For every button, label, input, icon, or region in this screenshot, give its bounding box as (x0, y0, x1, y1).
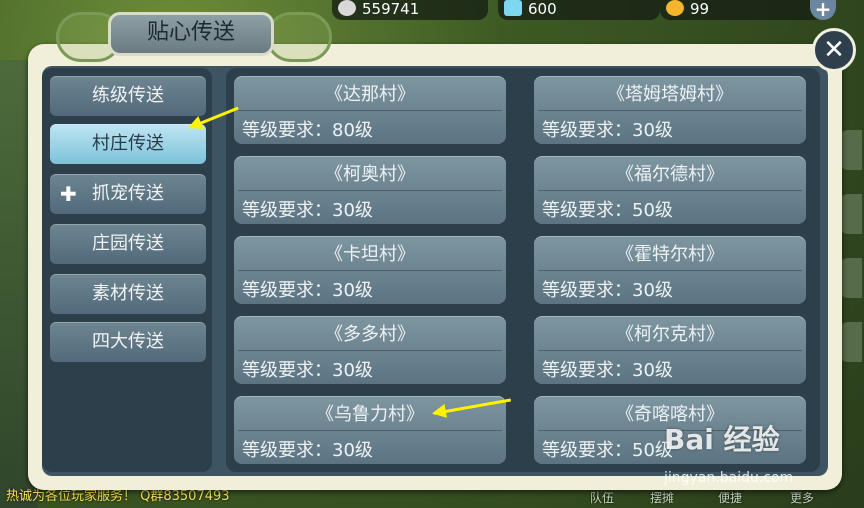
card-divider (538, 110, 802, 111)
close-button[interactable]: ✕ (812, 28, 856, 72)
bottom-menu-shortcut[interactable]: 便捷 (718, 489, 742, 506)
gold-value: 99 (690, 0, 710, 18)
crystal-value: 600 (528, 0, 557, 18)
card-divider (538, 190, 802, 191)
card-divider (238, 190, 502, 191)
level-requirement: 等级要求：50级 (542, 200, 673, 221)
card-divider (238, 270, 502, 271)
category-menu: 练级传送 村庄传送 ✚ 抓宠传送 庄园传送 素材传送 四大传送 (42, 68, 212, 472)
bottom-menu-more[interactable]: 更多 (790, 489, 814, 506)
village-card[interactable]: 《霍特尔村》 等级要求：30级 (534, 236, 806, 304)
village-name: 《卡坦村》 (325, 244, 415, 265)
village-card[interactable]: 《塔姆塔姆村》 等级要求：30级 (534, 76, 806, 144)
menu-item-manor[interactable]: 庄园传送 (50, 224, 206, 264)
gold-ingot-icon (666, 0, 684, 16)
level-requirement: 等级要求：30级 (542, 120, 673, 141)
close-icon: ✕ (823, 35, 845, 65)
menu-item-village[interactable]: 村庄传送 (50, 124, 206, 164)
level-requirement: 等级要求：30级 (242, 360, 373, 381)
baidu-watermark-url: jingyan.baidu.com (664, 470, 794, 486)
menu-item-leveling[interactable]: 练级传送 (50, 76, 206, 116)
card-divider (538, 270, 802, 271)
coin-counter: 559741 (332, 0, 488, 20)
level-requirement: 等级要求：80级 (242, 120, 373, 141)
village-card[interactable]: 《卡坦村》 等级要求：30级 (234, 236, 506, 304)
menu-item-materials[interactable]: 素材传送 (50, 274, 206, 314)
gold-counter: 99 (660, 0, 824, 20)
village-name: 《达那村》 (325, 84, 415, 105)
dialog-title-tab: 贴心传送 (56, 6, 332, 64)
village-grid: 《达那村》 等级要求：80级 《塔姆塔姆村》 等级要求：30级 《柯奥村》 等级… (226, 68, 820, 472)
level-requirement: 等级要求：30级 (542, 280, 673, 301)
dialog-title: 贴心传送 (146, 20, 235, 45)
vine-ornament-right (266, 12, 332, 62)
village-name: 《福尔德村》 (616, 164, 724, 185)
village-name: 《乌鲁力村》 (316, 404, 424, 425)
level-requirement: 等级要求：30级 (242, 440, 373, 461)
bottom-menu-team[interactable]: 队伍 (590, 489, 614, 506)
village-name: 《柯尔克村》 (616, 324, 724, 345)
level-requirement: 等级要求：30级 (242, 200, 373, 221)
card-divider (238, 350, 502, 351)
village-name: 《霍特尔村》 (616, 244, 724, 265)
card-divider (238, 430, 502, 431)
bottom-menu-stall[interactable]: 摆摊 (650, 489, 674, 506)
expand-plus-icon: ✚ (60, 182, 77, 206)
level-requirement: 等级要求：30级 (542, 360, 673, 381)
coin-value: 559741 (362, 0, 420, 18)
card-divider (238, 110, 502, 111)
village-card[interactable]: 《福尔德村》 等级要求：50级 (534, 156, 806, 224)
menu-item-pet-capture[interactable]: ✚ 抓宠传送 (50, 174, 206, 214)
menu-item-label: 抓宠传送 (92, 183, 164, 204)
baidu-watermark: Bai 经验 (664, 423, 780, 456)
village-card[interactable]: 《多多村》 等级要求：30级 (234, 316, 506, 384)
crystal-counter: 600 (498, 0, 660, 20)
level-requirement: 等级要求：30级 (242, 280, 373, 301)
village-card[interactable]: 《柯奥村》 等级要求：30级 (234, 156, 506, 224)
village-card[interactable]: 《柯尔克村》 等级要求：30级 (534, 316, 806, 384)
village-name: 《柯奥村》 (325, 164, 415, 185)
village-name: 《塔姆塔姆村》 (607, 84, 733, 105)
menu-item-four-great[interactable]: 四大传送 (50, 322, 206, 362)
level-requirement: 等级要求：50级 (542, 440, 673, 461)
card-divider (538, 350, 802, 351)
coin-icon (338, 0, 356, 16)
crystal-icon (504, 0, 522, 16)
village-name: 《多多村》 (325, 324, 415, 345)
village-card[interactable]: 《达那村》 等级要求：80级 (234, 76, 506, 144)
